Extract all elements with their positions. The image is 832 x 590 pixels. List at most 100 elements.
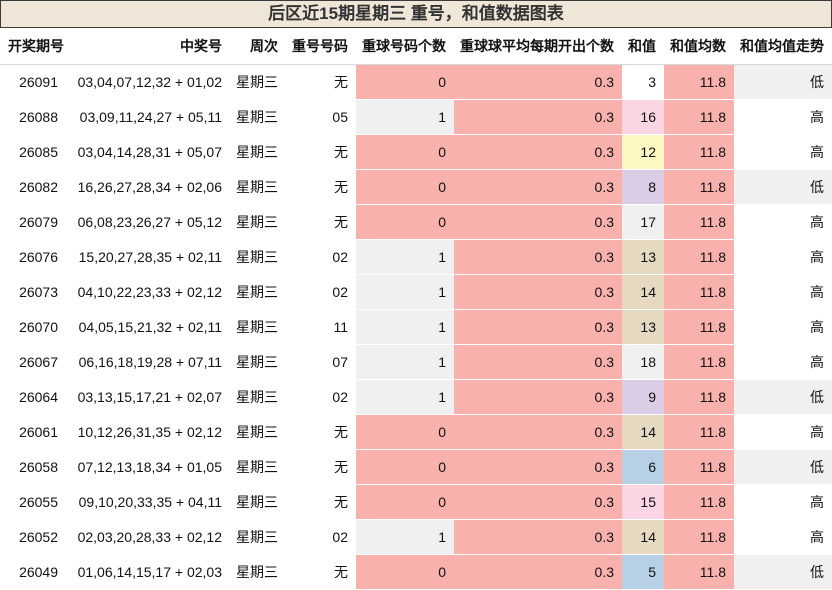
cell-weekday: 星期三 — [230, 99, 286, 135]
cell-numbers: 01,06,14,15,17 + 02,03 — [72, 554, 230, 590]
cell-repeat-numbers: 无 — [286, 484, 356, 520]
cell-repeat-numbers: 11 — [286, 309, 356, 345]
cell-weekday: 星期三 — [230, 169, 286, 205]
cell-trend: 低 — [734, 449, 832, 485]
cell-issue: 26073 — [0, 274, 72, 310]
cell-weekday: 星期三 — [230, 309, 286, 345]
cell-sum-mean: 11.8 — [664, 449, 734, 485]
cell-avg-repeat: 0.3 — [454, 519, 622, 555]
cell-avg-repeat: 0.3 — [454, 414, 622, 450]
cell-numbers: 16,26,27,28,34 + 02,06 — [72, 169, 230, 205]
cell-repeat-numbers: 无 — [286, 204, 356, 240]
cell-avg-repeat: 0.3 — [454, 554, 622, 590]
cell-avg-repeat: 0.3 — [454, 274, 622, 310]
cell-weekday: 星期三 — [230, 204, 286, 240]
cell-weekday: 星期三 — [230, 239, 286, 275]
cell-repeat-numbers: 无 — [286, 64, 356, 100]
cell-repeat-count: 0 — [356, 484, 454, 520]
cell-issue: 26067 — [0, 344, 72, 380]
cell-repeat-count: 0 — [356, 204, 454, 240]
cell-weekday: 星期三 — [230, 379, 286, 415]
cell-trend: 高 — [734, 239, 832, 275]
cell-trend: 高 — [734, 344, 832, 380]
cell-sum-mean: 11.8 — [664, 274, 734, 310]
table-header-row: 开奖期号 中奖号 周次 重号号码 重球号码个数 重球球平均每期开出个数 和值 和… — [0, 28, 832, 65]
cell-repeat-count: 1 — [356, 344, 454, 380]
table-row: 26076 15,20,27,28,35 + 02,11 星期三 02 1 0.3 13 11… — [0, 239, 832, 275]
cell-trend: 高 — [734, 309, 832, 345]
cell-issue: 26091 — [0, 64, 72, 100]
cell-numbers: 15,20,27,28,35 + 02,11 — [72, 239, 230, 275]
page-title: 后区近15期星期三 重号，和值数据图表 — [0, 0, 832, 28]
cell-sum-mean: 11.8 — [664, 414, 734, 450]
header-issue: 开奖期号 — [0, 28, 72, 65]
cell-sum: 12 — [622, 134, 664, 170]
cell-weekday: 星期三 — [230, 484, 286, 520]
cell-weekday: 星期三 — [230, 64, 286, 100]
cell-avg-repeat: 0.3 — [454, 449, 622, 485]
table-row: 26055 09,10,20,33,35 + 04,11 星期三无 0 0.3 15 11.… — [0, 484, 832, 520]
cell-sum: 9 — [622, 379, 664, 415]
cell-weekday: 星期三 — [230, 554, 286, 590]
cell-trend: 高 — [734, 519, 832, 555]
cell-sum: 14 — [622, 519, 664, 555]
cell-weekday: 星期三 — [230, 519, 286, 555]
table-row: 26067 06,16,18,19,28 + 07,11 星期三 07 1 0.3 18 11… — [0, 344, 832, 380]
header-avg-repeat: 重球球平均每期开出个数 — [454, 28, 622, 65]
cell-sum-mean: 11.8 — [664, 99, 734, 135]
cell-weekday: 星期三 — [230, 134, 286, 170]
cell-repeat-numbers: 无 — [286, 169, 356, 205]
cell-trend: 高 — [734, 274, 832, 310]
cell-repeat-numbers: 02 — [286, 274, 356, 310]
table-row: 26079 06,08,23,26,27 + 05,12 星期三无 0 0.3 17 11.… — [0, 204, 832, 240]
cell-trend: 高 — [734, 484, 832, 520]
table-row: 26070 04,05,15,21,32 + 02,11 星期三 11 1 0.3 13 11… — [0, 309, 832, 345]
cell-avg-repeat: 0.3 — [454, 169, 622, 205]
cell-numbers: 03,13,15,17,21 + 02,07 — [72, 379, 230, 415]
cell-issue: 26088 — [0, 99, 72, 135]
cell-numbers: 03,04,14,28,31 + 05,07 — [72, 134, 230, 170]
cell-sum: 13 — [622, 239, 664, 275]
cell-trend: 高 — [734, 134, 832, 170]
cell-avg-repeat: 0.3 — [454, 379, 622, 415]
cell-weekday: 星期三 — [230, 414, 286, 450]
cell-trend: 低 — [734, 554, 832, 590]
cell-numbers: 03,09,11,24,27 + 05,11 — [72, 99, 230, 135]
cell-issue: 26070 — [0, 309, 72, 345]
cell-weekday: 星期三 — [230, 274, 286, 310]
cell-issue: 26085 — [0, 134, 72, 170]
cell-issue: 26076 — [0, 239, 72, 275]
table-row: 26085 03,04,14,28,31 + 05,07 星期三无 0 0.3 12 11.… — [0, 134, 832, 170]
cell-avg-repeat: 0.3 — [454, 99, 622, 135]
cell-weekday: 星期三 — [230, 344, 286, 380]
cell-sum: 16 — [622, 99, 664, 135]
cell-trend: 高 — [734, 204, 832, 240]
cell-sum: 8 — [622, 169, 664, 205]
cell-numbers: 06,08,23,26,27 + 05,12 — [72, 204, 230, 240]
cell-sum-mean: 11.8 — [664, 379, 734, 415]
cell-repeat-count: 0 — [356, 554, 454, 590]
cell-issue: 26082 — [0, 169, 72, 205]
cell-issue: 26049 — [0, 554, 72, 590]
cell-repeat-numbers: 07 — [286, 344, 356, 380]
cell-numbers: 09,10,20,33,35 + 04,11 — [72, 484, 230, 520]
data-table: 开奖期号 中奖号 周次 重号号码 重球号码个数 重球球平均每期开出个数 和值 和… — [0, 28, 832, 590]
cell-repeat-count: 0 — [356, 169, 454, 205]
header-weekday: 周次 — [230, 28, 286, 65]
cell-repeat-count: 1 — [356, 379, 454, 415]
table-row: 26082 16,26,27,28,34 + 02,06 星期三无 0 0.3 8 11.8… — [0, 169, 832, 205]
header-repeat-numbers: 重号号码 — [286, 28, 356, 65]
cell-sum-mean: 11.8 — [664, 239, 734, 275]
cell-issue: 26061 — [0, 414, 72, 450]
cell-repeat-count: 1 — [356, 274, 454, 310]
cell-sum: 13 — [622, 309, 664, 345]
cell-sum-mean: 11.8 — [664, 554, 734, 590]
cell-avg-repeat: 0.3 — [454, 484, 622, 520]
cell-repeat-count: 0 — [356, 134, 454, 170]
cell-numbers: 02,03,20,28,33 + 02,12 — [72, 519, 230, 555]
table-row: 26091 03,04,07,12,32 + 01,02 星期三无 0 0.3 3 11.8… — [0, 64, 832, 100]
cell-sum-mean: 11.8 — [664, 64, 734, 100]
cell-repeat-numbers: 05 — [286, 99, 356, 135]
table-row: 26061 10,12,26,31,35 + 02,12 星期三无 0 0.3 14 11.… — [0, 414, 832, 450]
cell-sum-mean: 11.8 — [664, 134, 734, 170]
